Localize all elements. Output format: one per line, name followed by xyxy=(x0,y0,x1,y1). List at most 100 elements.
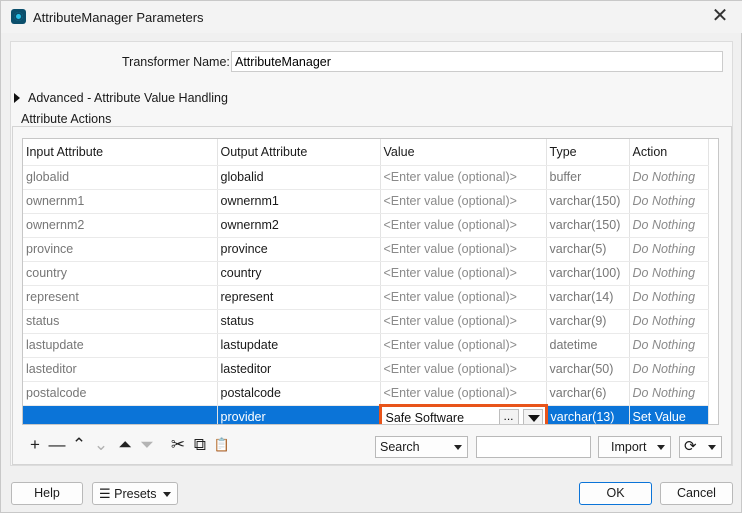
output-attribute-cell[interactable]: lastupdate xyxy=(217,333,381,358)
action-cell[interactable]: Do Nothing xyxy=(629,165,709,190)
chevron-down-icon xyxy=(163,492,171,497)
ok-button[interactable]: OK xyxy=(579,482,652,505)
value-cell[interactable]: <Enter value (optional)> xyxy=(380,357,547,382)
value-editor-text[interactable]: Safe Software xyxy=(386,411,465,425)
column-header[interactable]: Value xyxy=(380,139,547,166)
table-row[interactable]: ownernm1 ownernm1 <Enter value (optional… xyxy=(23,189,709,214)
value-cell[interactable]: <Enter value (optional)> xyxy=(380,261,547,286)
value-editor-cell[interactable]: Safe Software ... xyxy=(378,403,548,425)
value-cell[interactable]: <Enter value (optional)> xyxy=(380,165,547,190)
value-cell[interactable]: <Enter value (optional)> xyxy=(380,309,547,334)
window-title: AttributeManager Parameters xyxy=(33,10,204,25)
output-attribute-cell[interactable]: province xyxy=(217,237,381,262)
input-attribute-cell[interactable]: represent xyxy=(23,285,218,310)
table-row[interactable]: globalid globalid <Enter value (optional… xyxy=(23,165,709,190)
search-mode-label: Search xyxy=(380,440,420,454)
output-attribute-cell[interactable]: postalcode xyxy=(217,381,381,406)
table-row[interactable]: lastupdate lastupdate <Enter value (opti… xyxy=(23,333,709,358)
action-cell[interactable]: Do Nothing xyxy=(629,333,709,358)
value-dropdown-button[interactable] xyxy=(522,408,543,424)
column-header[interactable]: Action xyxy=(629,139,709,166)
input-attribute-cell[interactable]: globalid xyxy=(23,165,218,190)
type-cell[interactable]: buffer xyxy=(546,165,630,190)
input-attribute-cell[interactable]: status xyxy=(23,309,218,334)
type-cell[interactable]: varchar(50) xyxy=(546,357,630,382)
dialog-window: AttributeManager Parameters ✕ Transforme… xyxy=(0,0,742,513)
action-cell[interactable]: Do Nothing xyxy=(629,309,709,334)
cut-icon[interactable]: ✂ xyxy=(168,435,188,455)
column-header[interactable]: Type xyxy=(546,139,630,166)
input-attribute-cell[interactable]: lasteditor xyxy=(23,357,218,382)
presets-button[interactable]: ☰ Presets xyxy=(92,482,178,505)
input-attribute-cell[interactable]: ownernm1 xyxy=(23,189,218,214)
ellipsis-button[interactable]: ... xyxy=(498,408,519,424)
move-down-icon[interactable]: ⌄ xyxy=(91,435,111,455)
type-cell[interactable]: varchar(13) xyxy=(546,405,630,424)
refresh-dropdown[interactable]: ⟳ xyxy=(679,436,722,458)
type-cell[interactable]: datetime xyxy=(546,333,630,358)
value-cell[interactable]: <Enter value (optional)> xyxy=(380,381,547,406)
output-attribute-cell[interactable]: ownernm1 xyxy=(217,189,381,214)
type-cell[interactable]: varchar(6) xyxy=(546,381,630,406)
action-cell[interactable]: Do Nothing xyxy=(629,285,709,310)
table-row[interactable]: status status <Enter value (optional)> v… xyxy=(23,309,709,334)
refresh-icon: ⟳ xyxy=(684,438,697,455)
add-icon[interactable]: + xyxy=(25,435,45,455)
type-cell[interactable]: varchar(150) xyxy=(546,213,630,238)
value-cell[interactable]: <Enter value (optional)> xyxy=(380,213,547,238)
type-cell[interactable]: varchar(14) xyxy=(546,285,630,310)
table-row[interactable]: postalcode postalcode <Enter value (opti… xyxy=(23,381,709,406)
search-mode-select[interactable]: Search xyxy=(375,436,468,458)
paste-icon[interactable]: 📋 xyxy=(212,435,232,455)
move-bottom-icon[interactable]: ⏷ xyxy=(137,435,157,455)
input-attribute-cell[interactable]: province xyxy=(23,237,218,262)
table-row[interactable]: country country <Enter value (optional)>… xyxy=(23,261,709,286)
output-attribute-cell[interactable]: globalid xyxy=(217,165,381,190)
table-row[interactable]: represent represent <Enter value (option… xyxy=(23,285,709,310)
input-attribute-cell[interactable] xyxy=(23,405,218,424)
input-attribute-cell[interactable]: country xyxy=(23,261,218,286)
table-row[interactable]: province province <Enter value (optional… xyxy=(23,237,709,262)
cancel-button[interactable]: Cancel xyxy=(660,482,733,505)
action-cell[interactable]: Set Value xyxy=(629,405,709,424)
action-cell[interactable]: Do Nothing xyxy=(629,357,709,382)
table-row-selected[interactable]: provider Safe Software ... varchar(13) S… xyxy=(23,403,709,425)
output-attribute-cell[interactable]: country xyxy=(217,261,381,286)
action-cell[interactable]: Do Nothing xyxy=(629,261,709,286)
table-row[interactable]: ownernm2 ownernm2 <Enter value (optional… xyxy=(23,213,709,238)
table-row[interactable]: lasteditor lasteditor <Enter value (opti… xyxy=(23,357,709,382)
output-attribute-cell[interactable]: represent xyxy=(217,285,381,310)
action-cell[interactable]: Do Nothing xyxy=(629,189,709,214)
parameters-panel: Transformer Name: Advanced - Attribute V… xyxy=(10,41,733,466)
search-input[interactable] xyxy=(476,436,591,458)
action-cell[interactable]: Do Nothing xyxy=(629,381,709,406)
value-cell[interactable]: <Enter value (optional)> xyxy=(380,237,547,262)
type-cell[interactable]: varchar(5) xyxy=(546,237,630,262)
type-cell[interactable]: varchar(9) xyxy=(546,309,630,334)
transformer-name-input[interactable] xyxy=(231,51,723,72)
move-up-icon[interactable]: ⌃ xyxy=(69,435,89,455)
input-attribute-cell[interactable]: postalcode xyxy=(23,381,218,406)
advanced-section-toggle[interactable]: Advanced - Attribute Value Handling xyxy=(14,91,228,105)
action-cell[interactable]: Do Nothing xyxy=(629,237,709,262)
close-icon[interactable]: ✕ xyxy=(707,4,733,30)
column-header[interactable]: Output Attribute xyxy=(217,139,381,166)
type-cell[interactable]: varchar(100) xyxy=(546,261,630,286)
value-cell[interactable]: <Enter value (optional)> xyxy=(380,285,547,310)
move-top-icon[interactable]: ⏶ xyxy=(115,435,135,455)
copy-icon[interactable]: ⧉ xyxy=(190,435,210,455)
type-cell[interactable]: varchar(150) xyxy=(546,189,630,214)
input-attribute-cell[interactable]: lastupdate xyxy=(23,333,218,358)
output-attribute-cell[interactable]: lasteditor xyxy=(217,357,381,382)
import-dropdown[interactable]: Import xyxy=(598,436,671,458)
value-cell[interactable]: <Enter value (optional)> xyxy=(380,189,547,214)
output-attribute-cell[interactable]: provider xyxy=(217,405,381,424)
help-button[interactable]: Help xyxy=(11,482,83,505)
remove-icon[interactable]: — xyxy=(47,435,67,455)
value-cell[interactable]: <Enter value (optional)> xyxy=(380,333,547,358)
column-header[interactable]: Input Attribute xyxy=(23,139,218,166)
action-cell[interactable]: Do Nothing xyxy=(629,213,709,238)
output-attribute-cell[interactable]: status xyxy=(217,309,381,334)
input-attribute-cell[interactable]: ownernm2 xyxy=(23,213,218,238)
output-attribute-cell[interactable]: ownernm2 xyxy=(217,213,381,238)
